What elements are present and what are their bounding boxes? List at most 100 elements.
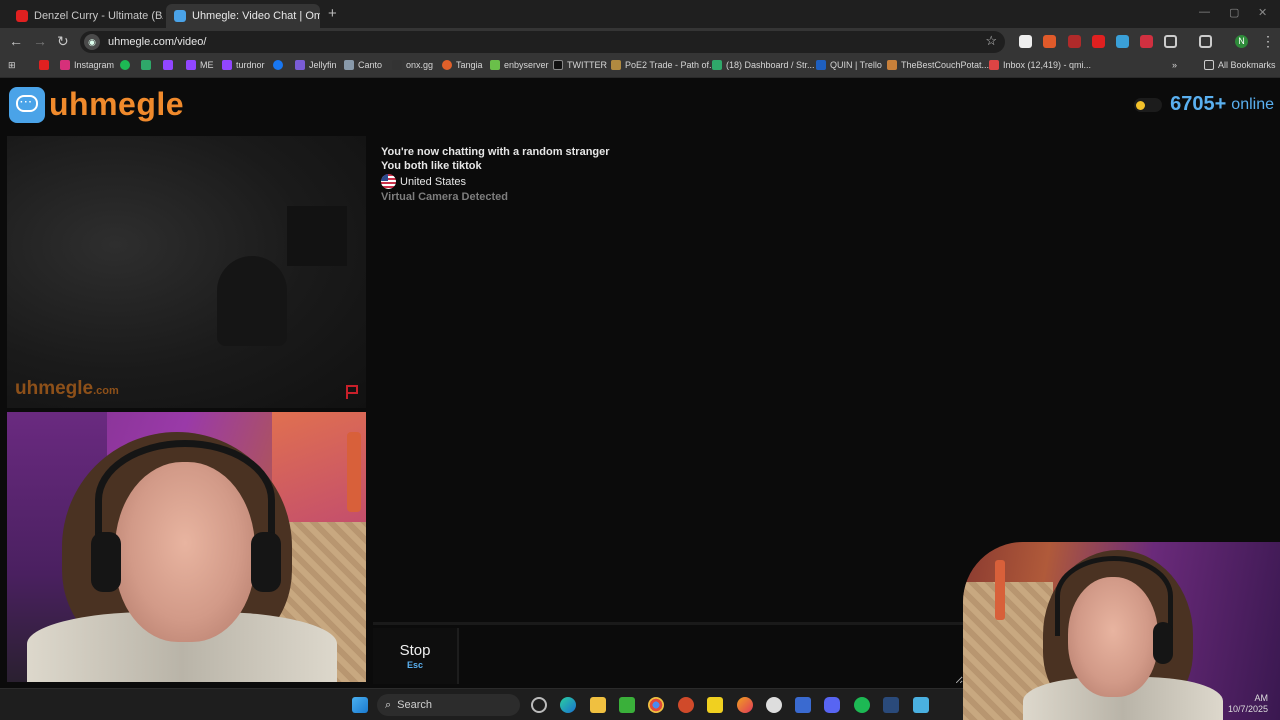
bookmark-item[interactable] xyxy=(273,60,287,70)
extension-blue-icon[interactable] xyxy=(1116,35,1129,48)
theme-toggle[interactable] xyxy=(1134,97,1163,112)
bookmark-item[interactable]: TWITTER xyxy=(553,60,607,70)
extension-red-icon[interactable] xyxy=(1068,35,1081,48)
steam-icon[interactable] xyxy=(883,697,899,713)
bookmark-item[interactable]: PoE2 Trade - Path of... xyxy=(611,60,717,70)
enby-icon xyxy=(490,60,500,70)
all-bookmarks-label: All Bookmarks xyxy=(1218,60,1276,70)
bookmark-item[interactable]: turdnor xyxy=(222,60,265,70)
bookmarks-bar: ⊞ Instagram ME turdnor Jellyfin Canto on… xyxy=(0,56,1280,78)
edge-icon[interactable] xyxy=(560,697,576,713)
site-logo[interactable]: ··· uhmegle xyxy=(9,86,184,123)
file-explorer-icon[interactable] xyxy=(590,697,606,713)
self-video xyxy=(7,412,366,682)
menu-kebab-icon[interactable]: ⋮ xyxy=(1261,33,1275,50)
bookmark-label: TheBestCouchPotat... xyxy=(901,60,990,70)
system-clock[interactable]: AM 10/7/2025 xyxy=(1228,693,1268,715)
onx-icon xyxy=(392,60,402,70)
stop-button[interactable]: Stop Esc xyxy=(373,628,459,684)
widgets-icon[interactable] xyxy=(531,697,547,713)
browser-toolbar: ← → ↻ ◉ uhmegle.com/video/ ☆ N ⋮ xyxy=(0,28,1280,56)
apps-grid-icon[interactable]: ⊞ xyxy=(8,60,16,71)
bookmark-label: PoE2 Trade - Path of... xyxy=(625,60,717,70)
tab-uhmegle[interactable]: Uhmegle: Video Chat | Omi... ✕ xyxy=(166,4,320,28)
couch-potato-icon xyxy=(887,60,897,70)
extension-fox-icon[interactable] xyxy=(1043,35,1056,48)
instagram-icon xyxy=(60,60,70,70)
bookmark-item[interactable]: ME xyxy=(186,60,214,70)
youtube-icon xyxy=(39,60,49,70)
x-twitter-icon xyxy=(553,60,563,70)
bookmark-item[interactable]: Tangia xyxy=(442,60,483,70)
bookmark-item[interactable]: enbyserver xyxy=(490,60,549,70)
online-indicator: 6705+ online xyxy=(1134,93,1274,116)
minimize-icon[interactable]: — xyxy=(1199,6,1210,18)
sticky-notes-icon[interactable] xyxy=(707,697,723,713)
bookmark-item[interactable] xyxy=(120,60,134,70)
windows-start-icon[interactable] xyxy=(352,697,368,713)
poe-icon xyxy=(611,60,621,70)
virtual-camera-warning: Virtual Camera Detected xyxy=(381,191,508,203)
extension-pink-icon[interactable] xyxy=(1140,35,1153,48)
all-bookmarks-button[interactable]: All Bookmarks xyxy=(1204,60,1276,70)
lamp xyxy=(995,560,1005,620)
bookmark-item[interactable]: TheBestCouchPotat... xyxy=(887,60,989,70)
bookmark-label: Tangia xyxy=(456,60,483,70)
stranger-video: uhmegle.com xyxy=(7,136,366,408)
extension-youtube-icon[interactable] xyxy=(1092,35,1105,48)
bookmark-item[interactable]: QUIN | Trello xyxy=(816,60,882,70)
app-white-icon[interactable] xyxy=(766,697,782,713)
bookmark-item[interactable] xyxy=(141,60,155,70)
profile-avatar[interactable]: N xyxy=(1235,35,1248,48)
discord-icon[interactable] xyxy=(824,697,840,713)
side-panel-icon[interactable] xyxy=(1199,35,1212,48)
bookmark-label: turdnor xyxy=(236,60,265,70)
extensions-puzzle-icon[interactable] xyxy=(1164,35,1177,48)
notepad-icon[interactable] xyxy=(913,697,929,713)
dashboard-icon xyxy=(712,60,722,70)
spotify-icon[interactable] xyxy=(854,697,870,713)
message-input[interactable] xyxy=(463,628,963,684)
forward-icon[interactable]: → xyxy=(33,33,47,49)
chrome-icon[interactable] xyxy=(648,697,664,713)
chat-status-line: You're now chatting with a random strang… xyxy=(381,146,610,158)
site-info-icon[interactable]: ◉ xyxy=(84,34,100,50)
report-flag-icon[interactable] xyxy=(344,384,360,400)
new-tab-button[interactable]: + xyxy=(328,5,337,22)
stranger-country: United States xyxy=(381,174,466,189)
bookmark-item[interactable]: Canto xyxy=(344,60,382,70)
bookmark-item[interactable] xyxy=(39,60,53,70)
bookmark-item[interactable]: onx.gg xyxy=(392,60,433,70)
bookmark-item[interactable]: Jellyfin xyxy=(295,60,337,70)
tab-title: Denzel Curry - Ultimate (BADB... xyxy=(34,10,163,22)
extension-k-icon[interactable] xyxy=(1019,35,1032,48)
app-red-icon[interactable] xyxy=(678,697,694,713)
bookmark-item[interactable]: Instagram xyxy=(60,60,114,70)
game-launcher-icon[interactable] xyxy=(619,697,635,713)
close-window-icon[interactable]: ✕ xyxy=(1258,6,1267,19)
taskbar-search[interactable]: ⌕ Search xyxy=(377,694,520,716)
back-icon[interactable]: ← xyxy=(9,33,23,49)
green-site-icon xyxy=(141,60,151,70)
bookmark-item[interactable] xyxy=(163,60,177,70)
search-icon: ⌕ xyxy=(385,698,392,711)
bookmark-label: Inbox (12,419) - qmi... xyxy=(1003,60,1092,70)
address-bar[interactable]: ◉ uhmegle.com/video/ ☆ xyxy=(80,31,1005,53)
online-count: 6705+ xyxy=(1170,93,1227,115)
tangia-icon xyxy=(442,60,452,70)
firefox-icon[interactable] xyxy=(737,697,753,713)
more-bookmarks-icon[interactable]: » xyxy=(1172,60,1177,70)
bookmark-item[interactable]: (18) Dashboard / Str... xyxy=(712,60,815,70)
url-text[interactable]: uhmegle.com/video/ xyxy=(108,36,206,48)
reload-icon[interactable]: ↻ xyxy=(57,33,69,50)
bookmark-star-icon[interactable]: ☆ xyxy=(985,33,997,49)
tab-youtube[interactable]: Denzel Curry - Ultimate (BADB... ✕ xyxy=(8,4,163,28)
twitch-icon xyxy=(222,60,232,70)
tab-title: Uhmegle: Video Chat | Omi... xyxy=(192,10,320,22)
trello-icon xyxy=(816,60,826,70)
maximize-icon[interactable]: ▢ xyxy=(1229,6,1239,19)
bookmark-item[interactable]: Inbox (12,419) - qmi... xyxy=(989,60,1091,70)
app-blue-icon[interactable] xyxy=(795,697,811,713)
bookmark-label: enbyserver xyxy=(504,60,549,70)
sun-icon xyxy=(1136,100,1146,110)
